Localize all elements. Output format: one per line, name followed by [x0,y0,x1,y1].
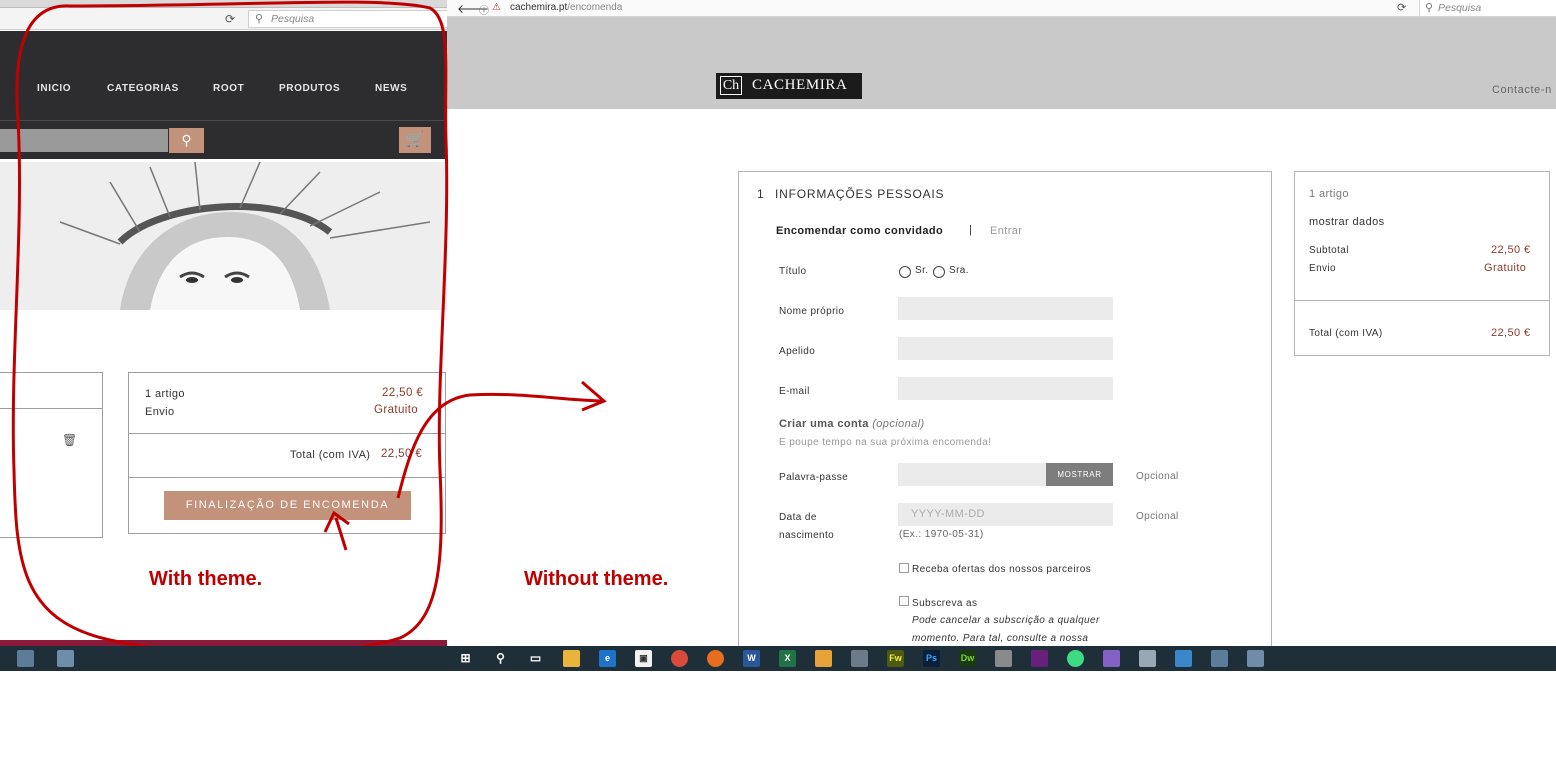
annotation-overlay [11,0,607,657]
photos-icon[interactable] [851,650,868,667]
visual-studio-icon[interactable] [1031,650,1048,667]
annotation-arrow-right [396,392,603,499]
mail-icon[interactable] [1175,650,1192,667]
dreamweaver-icon[interactable]: Dw [959,650,976,667]
visual-studio-2-icon[interactable] [1103,650,1120,667]
store-icon[interactable]: ▣ [635,650,652,667]
android-studio-icon[interactable] [1067,650,1084,667]
task-view-icon[interactable]: ▭ [527,650,544,667]
annotation-without-theme: Without theme. [524,568,669,590]
outlook-icon[interactable] [815,650,832,667]
chrome-icon[interactable] [671,650,688,667]
photoshop-icon[interactable]: Ps [923,650,940,667]
app-icon[interactable] [1211,650,1228,667]
search-icon[interactable]: ⚲ [492,650,509,667]
annotation-circle [11,0,449,657]
file-explorer-icon[interactable] [563,650,580,667]
annotation-with-theme: With theme. [149,568,263,590]
arrow-head-icon [581,380,607,412]
app-icon[interactable] [17,650,34,667]
taskbar-left [0,646,447,671]
edge-icon[interactable]: e [599,650,616,667]
word-icon[interactable]: W [743,650,760,667]
excel-icon[interactable]: X [779,650,796,667]
window-icon[interactable] [1247,650,1264,667]
firefox-icon[interactable] [707,650,724,667]
fireworks-icon[interactable]: Fw [887,650,904,667]
windows-start-icon[interactable]: ⊞ [457,650,474,667]
tools-icon[interactable] [995,650,1012,667]
annotation-arrow-up [334,517,348,551]
window-icon[interactable] [57,650,74,667]
search-tool-icon[interactable] [1139,650,1156,667]
taskbar-right: ⊞ ⚲ ▭ e ▣ W X Fw Ps Dw [447,646,1556,671]
